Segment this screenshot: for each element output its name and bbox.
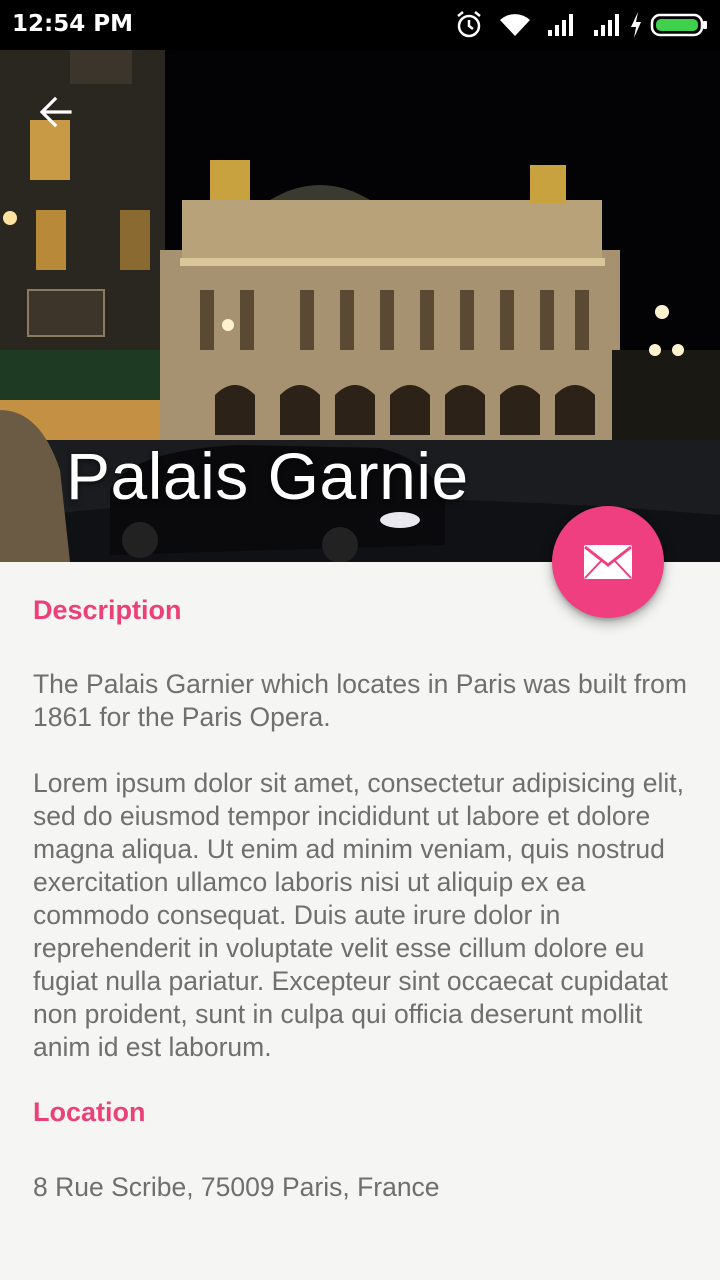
signal-icon-1 — [548, 14, 573, 36]
location-heading: Location — [33, 1097, 146, 1127]
signal-icon-2 — [594, 14, 619, 36]
status-time: 12:54 PM — [12, 11, 133, 37]
hero-image: Palais Garnie — [0, 50, 720, 562]
description-intro: The Palais Garnier which locates in Pari… — [33, 669, 687, 732]
back-button[interactable] — [30, 86, 82, 138]
alarm-icon — [457, 11, 481, 38]
mail-icon — [584, 545, 632, 579]
status-bar: 12:54 PM — [0, 0, 720, 50]
location-address: 8 Rue Scribe, 75009 Paris, France — [33, 1172, 440, 1202]
description-body: Lorem ipsum dolor sit amet, consectetur … — [33, 768, 685, 1062]
email-fab-button[interactable] — [552, 506, 664, 618]
wifi-icon — [500, 14, 530, 36]
description-heading: Description — [33, 595, 182, 625]
arrow-back-icon — [39, 96, 72, 128]
page-title: Palais Garnie — [66, 439, 469, 513]
charging-icon — [631, 12, 641, 38]
battery-icon — [650, 13, 707, 37]
